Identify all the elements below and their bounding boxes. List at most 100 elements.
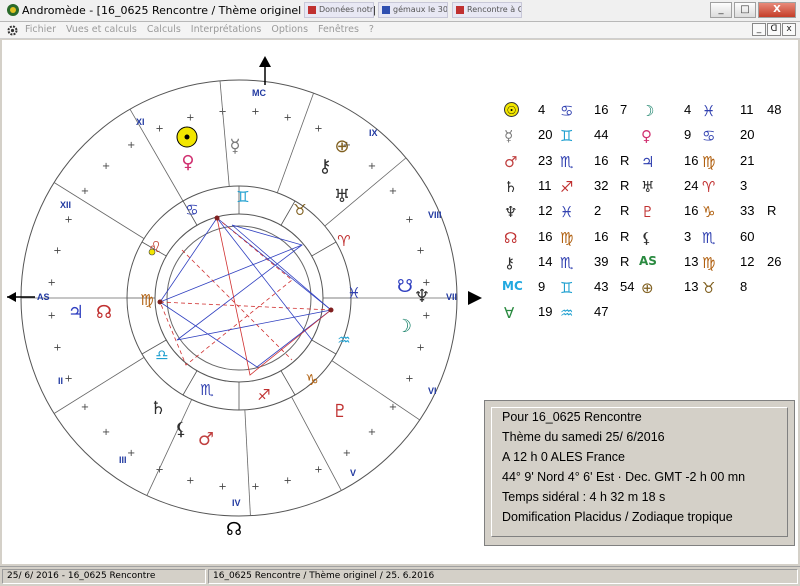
menu-bar: Fichier Vues et calculs Calculs Interpré… — [0, 22, 800, 39]
close-button[interactable]: X — [758, 2, 796, 18]
position-value: 54 — [620, 279, 635, 295]
info-date: Thème du samedi 25/ 6/2016 — [502, 430, 665, 444]
maximize-button[interactable]: □ — [734, 2, 756, 18]
position-value: 19 — [538, 304, 553, 320]
position-value: 20 — [740, 127, 755, 143]
position-glyph-icon: ⚸ — [641, 228, 652, 247]
menu-vues-et-calculs[interactable]: Vues et calculs — [66, 24, 137, 35]
position-value: R — [620, 253, 630, 269]
position-glyph-icon: ♍ — [702, 253, 716, 272]
position-value: 16 — [594, 228, 609, 244]
position-value: 23 — [538, 152, 553, 168]
position-value: R — [620, 203, 630, 219]
menu-fichier[interactable]: Fichier — [25, 24, 56, 35]
position-value: 16 — [538, 228, 553, 244]
position-glyph-icon: ♊ — [560, 279, 574, 298]
position-value: R — [620, 228, 630, 244]
app-logo-icon — [7, 4, 19, 16]
position-glyph-icon: ♏ — [702, 228, 716, 247]
position-value: 44 — [594, 127, 609, 143]
position-glyph-icon: ♐ — [560, 177, 574, 196]
position-glyph-icon: ♏ — [560, 152, 574, 171]
position-value: 3 — [684, 228, 692, 244]
mdi-close-button[interactable]: x — [782, 23, 796, 36]
chart-canvas[interactable]: ++++++++++++++++++++++++++++++++++++ — [2, 40, 798, 564]
position-value: 12 — [538, 203, 553, 219]
position-value: 3 — [740, 177, 748, 193]
position-value: 13 — [684, 279, 699, 295]
position-value: 33 — [740, 203, 755, 219]
position-value: 48 — [767, 102, 782, 117]
info-time-place: A 12 h 0 ALES France — [502, 450, 625, 464]
position-glyph-icon: ♍ — [702, 152, 716, 171]
position-value: 13 — [684, 253, 699, 269]
menu-fenetres[interactable]: Fenêtres — [318, 24, 359, 35]
position-value: R — [767, 203, 777, 219]
taskbar-fragments: Données notre fart le 30 1 gémaux le 30k… — [304, 2, 522, 20]
status-bar: 25/ 6/ 2016 - 16_0625 Rencontre 16_0625 … — [0, 566, 800, 586]
position-glyph-icon: ☽ — [641, 102, 655, 120]
menu-calculs[interactable]: Calculs — [147, 24, 181, 35]
minimize-button[interactable]: _ — [710, 2, 732, 18]
position-value: 16 — [594, 102, 609, 117]
task-fragment[interactable]: Données notre fart le 30 1 — [304, 2, 374, 18]
position-value: 26 — [767, 253, 782, 269]
gear-icon[interactable] — [6, 24, 19, 37]
mdi-controls: _ ᗡ x — [752, 23, 796, 36]
position-value: 12 — [740, 253, 755, 269]
position-value: 16 — [594, 152, 609, 168]
position-value: 43 — [594, 279, 609, 295]
position-glyph-icon: ∀ — [504, 304, 515, 323]
position-glyph-icon: ⚷ — [504, 253, 515, 272]
position-glyph-icon: ♆ — [504, 203, 518, 222]
position-glyph-icon: ♍ — [560, 228, 574, 247]
position-glyph-icon: ☿ — [504, 127, 514, 146]
position-glyph-icon: AS — [639, 253, 657, 268]
position-glyph-icon: ♑ — [702, 203, 716, 222]
task-fragment[interactable]: gémaux le 30k1 -Tarot — [378, 2, 448, 18]
position-glyph-icon: ♉ — [702, 279, 716, 298]
position-value: 9 — [538, 279, 546, 295]
position-value: 2 — [594, 203, 602, 219]
position-glyph-icon: ♅ — [641, 177, 655, 196]
position-glyph-icon: ♈ — [702, 177, 716, 196]
position-value: R — [620, 152, 630, 168]
task-fragment[interactable]: Rencontre à Grunalès — [452, 2, 522, 18]
position-glyph-icon: MC — [502, 279, 523, 294]
position-value: 11 — [740, 102, 754, 117]
mdi-restore-button[interactable]: ᗡ — [767, 23, 781, 36]
mdi-minimize-button[interactable]: _ — [752, 23, 766, 36]
position-value: 60 — [740, 228, 755, 244]
position-glyph-icon: ☉ — [504, 102, 519, 117]
menu-options[interactable]: Options — [271, 24, 308, 35]
position-glyph-icon: ♏ — [560, 253, 574, 272]
position-glyph-icon: ☊ — [504, 228, 518, 247]
position-value: 20 — [538, 127, 553, 143]
position-glyph-icon: ♋ — [702, 127, 716, 146]
info-subject: Pour 16_0625 Rencontre — [502, 410, 642, 424]
menu-items: Fichier Vues et calculs Calculs Interpré… — [25, 24, 374, 35]
position-glyph-icon: ♓ — [560, 203, 574, 222]
app-window: Andromède - [16_0625 Rencontre / Thème o… — [0, 0, 800, 586]
position-value: 9 — [684, 127, 692, 143]
menu-interpretations[interactable]: Interprétations — [191, 24, 262, 35]
position-value: 7 — [620, 102, 628, 117]
title-bar[interactable]: Andromède - [16_0625 Rencontre / Thème o… — [0, 0, 800, 22]
position-value: 4 — [538, 102, 546, 117]
position-glyph-icon: ♋ — [560, 102, 574, 120]
window-controls: _ □ X — [710, 2, 796, 18]
position-value: 16 — [684, 203, 699, 219]
status-date-cell: 25/ 6/ 2016 - 16_0625 Rencontre — [2, 569, 206, 584]
position-value: 47 — [594, 304, 609, 320]
status-chart-cell: 16_0625 Rencontre / Thème originel / 25.… — [208, 569, 798, 584]
menu-help[interactable]: ? — [369, 24, 374, 35]
position-glyph-icon: ♇ — [641, 203, 655, 222]
position-value: 14 — [538, 253, 553, 269]
position-value: 8 — [740, 279, 748, 295]
position-glyph-icon: ♂ — [504, 152, 518, 171]
position-value: 39 — [594, 253, 609, 269]
position-glyph-icon: ♊ — [560, 127, 574, 146]
position-value: 4 — [684, 102, 692, 117]
info-panel-inner: Pour 16_0625 Rencontre Thème du samedi 2… — [491, 407, 788, 537]
position-glyph-icon: ♃ — [641, 152, 655, 171]
